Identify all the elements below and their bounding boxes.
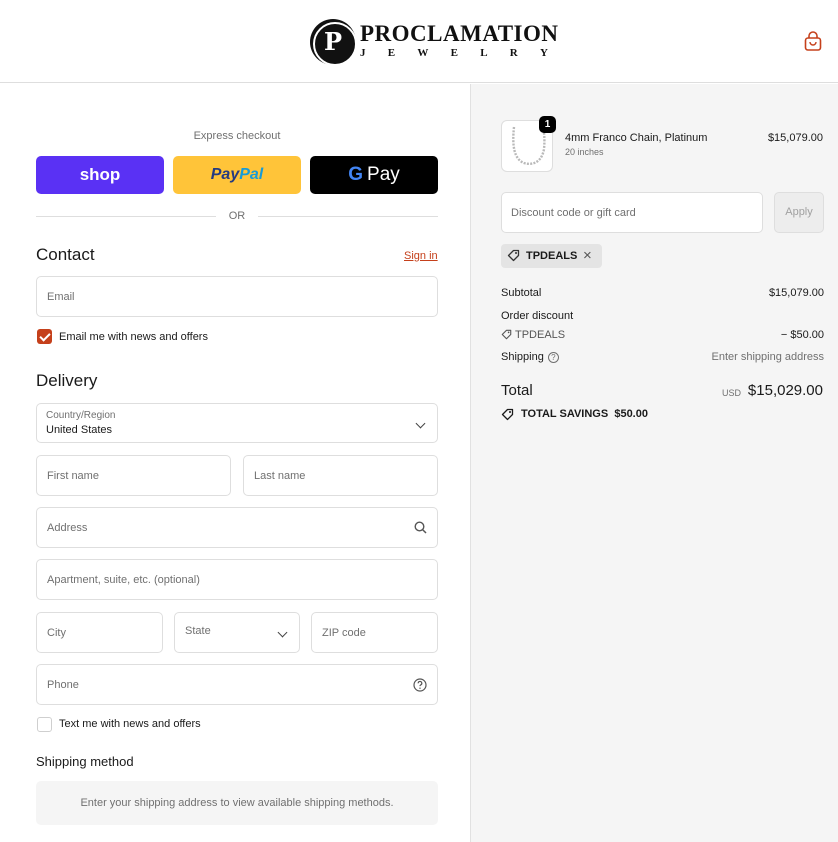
sms-news-checkbox[interactable] xyxy=(37,717,52,732)
total-currency: USD xyxy=(721,388,741,398)
discount-placeholder: Discount code or gift card xyxy=(511,207,636,219)
address-placeholder: Address xyxy=(47,522,88,534)
shipping-value: Enter shipping address xyxy=(711,351,824,363)
tag-icon xyxy=(501,329,512,340)
express-checkout-title: Express checkout xyxy=(193,130,281,142)
savings-value: $50.00 xyxy=(614,408,648,420)
brand-name: PROCLAMATION xyxy=(360,21,559,46)
shipping-method-heading: Shipping method xyxy=(36,754,134,769)
remove-discount-icon[interactable]: × xyxy=(583,247,592,264)
google-pay-label: Pay xyxy=(367,164,400,185)
paypal-button[interactable]: Pay Pal xyxy=(173,156,301,194)
chevron-down-icon xyxy=(415,418,426,429)
last-name-placeholder: Last name xyxy=(254,470,306,482)
address-field[interactable]: Address xyxy=(36,507,438,548)
apartment-placeholder: Apartment, suite, etc. (optional) xyxy=(47,574,200,586)
savings-label: TOTAL SAVINGS xyxy=(521,408,609,420)
tag-icon xyxy=(501,408,514,421)
or-divider: OR xyxy=(36,208,438,224)
apply-discount-button[interactable]: Apply xyxy=(774,192,824,233)
checkout-form: Express checkout shop Pay Pal G Pay OR Co… xyxy=(0,84,470,842)
search-icon xyxy=(414,521,427,534)
paypal-label-b: Pal xyxy=(239,166,264,183)
brand-subtitle-letter: W xyxy=(417,47,429,59)
brand-subtitle-letter: L xyxy=(480,47,488,59)
brand-monogram: P xyxy=(310,19,357,66)
discount-code-text: TPDEALS xyxy=(515,329,566,341)
shipping-label-wrap: Shipping? xyxy=(501,351,559,363)
google-g-icon: G xyxy=(348,164,364,185)
email-news-checkbox[interactable] xyxy=(37,329,52,344)
tag-icon xyxy=(507,249,520,262)
product-variant: 20 inches xyxy=(565,147,604,157)
discount-code-line: TPDEALS xyxy=(501,329,565,341)
subtotal-label: Subtotal xyxy=(501,287,542,299)
savings-text: TOTAL SAVINGS $50.00 xyxy=(521,408,648,420)
discount-code-input[interactable]: Discount code or gift card xyxy=(501,192,763,233)
zip-field[interactable]: ZIP code xyxy=(311,612,438,653)
brand-subtitle-letter: J xyxy=(360,47,366,59)
first-name-field[interactable]: First name xyxy=(36,455,231,496)
product-name: 4mm Franco Chain, Platinum xyxy=(565,132,708,144)
paypal-label-a: Pay xyxy=(210,166,240,183)
brand-subtitle-letter: E xyxy=(450,47,458,59)
applied-discount-chip: TPDEALS × xyxy=(501,244,602,268)
order-summary: 1 4mm Franco Chain, Platinum 20 inches $… xyxy=(470,84,838,842)
total-label: Total xyxy=(501,382,533,399)
apartment-field[interactable]: Apartment, suite, etc. (optional) xyxy=(36,559,438,600)
help-circle-icon[interactable]: ? xyxy=(547,351,559,363)
brand-logo[interactable]: P PROCLAMATION J E W E L R Y xyxy=(310,19,558,66)
shop-pay-button[interactable]: shop xyxy=(36,156,164,194)
brand-subtitle: J E W E L R Y xyxy=(360,47,548,59)
email-placeholder: Email xyxy=(47,291,75,303)
brand-subtitle-letter: E xyxy=(387,47,396,59)
state-placeholder: State xyxy=(185,625,211,637)
phone-field[interactable]: Phone xyxy=(36,664,438,705)
state-select[interactable]: State xyxy=(174,612,300,653)
city-placeholder: City xyxy=(47,627,66,639)
shipping-label: Shipping xyxy=(501,351,544,363)
applied-code-text: TPDEALS xyxy=(526,250,578,262)
google-pay-button[interactable]: G Pay xyxy=(310,156,438,194)
divider-line xyxy=(258,216,438,217)
phone-placeholder: Phone xyxy=(47,679,79,691)
country-label: Country/Region xyxy=(46,410,116,421)
country-value: United States xyxy=(46,424,113,436)
subtotal-value: $15,079.00 xyxy=(768,287,824,299)
shipping-method-notice: Enter your shipping address to view avai… xyxy=(36,781,438,825)
email-field[interactable]: Email xyxy=(36,276,438,317)
brand-monogram-letter: P xyxy=(323,27,343,56)
site-header: P PROCLAMATION J E W E L R Y xyxy=(0,0,838,83)
email-news-label: Email me with news and offers xyxy=(59,331,208,343)
country-select[interactable]: Country/Region United States xyxy=(36,403,438,443)
help-circle-icon[interactable] xyxy=(413,678,427,692)
product-price: $15,079.00 xyxy=(767,132,823,144)
discount-value: − $50.00 xyxy=(780,329,824,341)
shop-pay-label: shop xyxy=(79,165,121,184)
first-name-placeholder: First name xyxy=(47,470,99,482)
last-name-field[interactable]: Last name xyxy=(243,455,438,496)
brand-subtitle-letter: Y xyxy=(539,47,548,59)
brand-subtitle-letter: R xyxy=(509,47,518,59)
sms-news-label: Text me with news and offers xyxy=(59,718,201,730)
quantity-badge: 1 xyxy=(539,116,556,133)
delivery-heading: Delivery xyxy=(36,371,98,390)
sign-in-link[interactable]: Sign in xyxy=(404,250,438,262)
shopping-bag-icon[interactable] xyxy=(803,31,823,53)
contact-heading: Contact xyxy=(36,245,95,264)
zip-placeholder: ZIP code xyxy=(322,627,366,639)
order-discount-label: Order discount xyxy=(501,310,574,322)
city-field[interactable]: City xyxy=(36,612,163,653)
chevron-down-icon xyxy=(277,627,288,638)
total-value: $15,029.00 xyxy=(747,382,823,399)
